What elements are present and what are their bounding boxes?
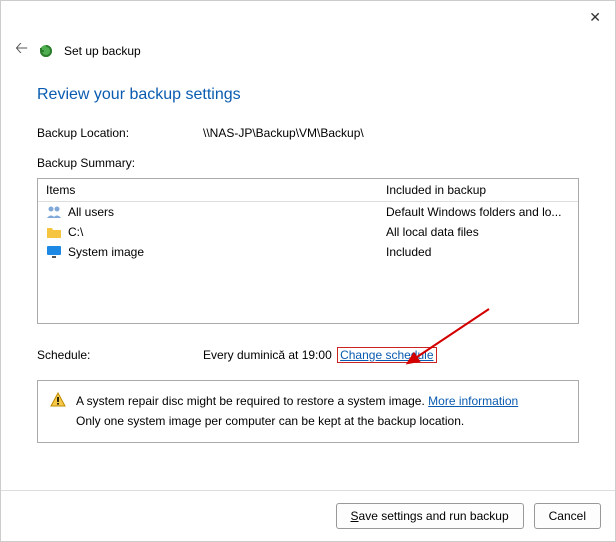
header-included: Included in backup	[386, 183, 486, 197]
schedule-value: Every duminică at 19:00 Change schedule	[203, 348, 437, 362]
close-icon[interactable]: ✕	[589, 9, 601, 26]
backup-app-icon	[38, 43, 54, 59]
header-items: Items	[46, 183, 386, 197]
summary-table: Items Included in backup All users Defau…	[37, 178, 579, 324]
info-box: A system repair disc might be required t…	[37, 380, 579, 443]
row-item: All users	[68, 205, 114, 219]
warning-icon	[50, 392, 66, 408]
row-item: C:\	[68, 225, 83, 239]
users-icon	[46, 204, 62, 220]
monitor-icon	[46, 244, 62, 260]
row-included: Default Windows folders and lo...	[386, 205, 561, 219]
backup-location-label: Backup Location:	[37, 126, 203, 140]
info-line1: A system repair disc might be required t…	[76, 391, 518, 411]
footer-bar: Save settings and run backup Cancel	[1, 490, 615, 541]
table-row: System image Included	[38, 242, 578, 262]
page-heading: Review your backup settings	[37, 86, 579, 104]
table-row: All users Default Windows folders and lo…	[38, 202, 578, 222]
schedule-label: Schedule:	[37, 348, 203, 362]
folder-icon	[46, 224, 62, 240]
row-included: Included	[386, 245, 431, 259]
row-item: System image	[68, 245, 144, 259]
save-run-button[interactable]: Save settings and run backup	[336, 503, 524, 529]
more-info-link[interactable]: More information	[428, 394, 518, 408]
table-row: C:\ All local data files	[38, 222, 578, 242]
backup-summary-label: Backup Summary:	[37, 156, 579, 170]
header-bar: 🡠 Set up backup	[1, 1, 615, 64]
back-arrow-icon[interactable]: 🡠	[15, 37, 28, 64]
change-schedule-link[interactable]: Change schedule	[337, 347, 436, 363]
backup-location-value: \\NAS-JP\Backup\VM\Backup\	[203, 126, 364, 140]
cancel-button[interactable]: Cancel	[534, 503, 601, 529]
summary-table-header: Items Included in backup	[38, 179, 578, 202]
row-included: All local data files	[386, 225, 479, 239]
window-title: Set up backup	[64, 44, 141, 58]
info-line2: Only one system image per computer can b…	[76, 411, 518, 431]
